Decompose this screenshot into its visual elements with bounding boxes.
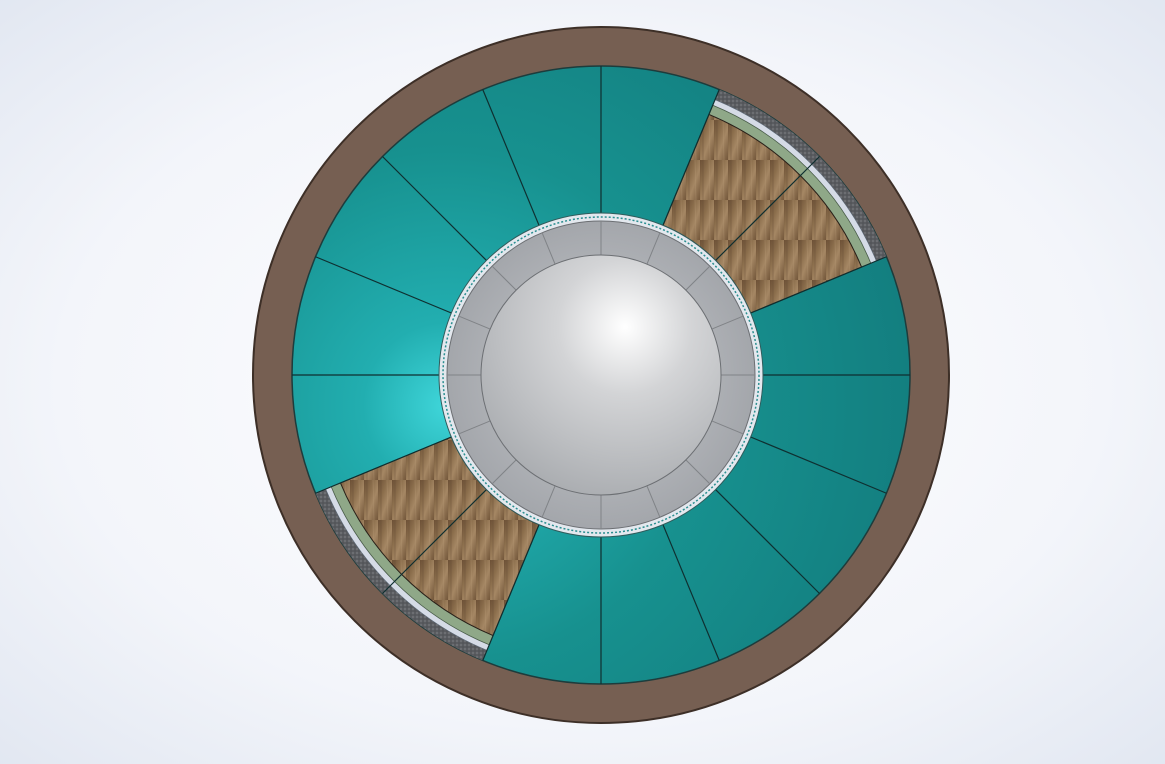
- cylinder-cross-section-model[interactable]: [0, 0, 1165, 764]
- hub-center-disc[interactable]: [480, 254, 722, 496]
- cad-viewport[interactable]: [0, 0, 1165, 764]
